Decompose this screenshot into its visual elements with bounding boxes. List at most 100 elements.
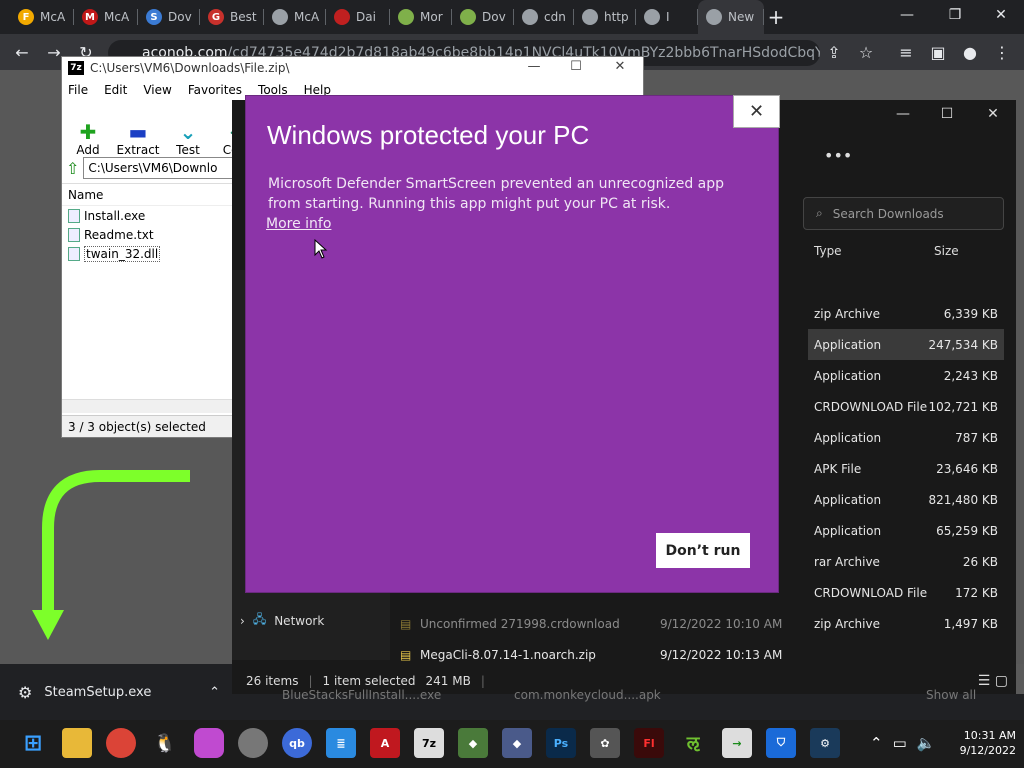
folder-up-icon[interactable]: ⇧ xyxy=(66,159,79,178)
explorer-maximize-button[interactable]: ☐ xyxy=(924,106,970,126)
close-window-button[interactable]: ✕ xyxy=(978,0,1024,30)
more-options-icon[interactable]: ••• xyxy=(824,146,852,165)
disk-app-icon[interactable] xyxy=(238,728,268,758)
acrobat-icon[interactable]: A xyxy=(370,728,400,758)
table-row-name-date[interactable]: ▤ Unconfirmed 271998.crdownload 9/12/2022 … xyxy=(400,608,1004,639)
table-row[interactable]: rar Archive 26 KB xyxy=(808,546,1004,577)
profile-icon[interactable]: ● xyxy=(958,40,982,64)
dont-run-button[interactable]: Don’t run xyxy=(656,533,750,568)
horizontal-scrollbar[interactable] xyxy=(62,399,234,413)
tab-2[interactable]: S Dov xyxy=(138,0,200,34)
table-row[interactable]: Application 787 KB xyxy=(808,422,1004,453)
explorer-close-button[interactable]: ✕ xyxy=(970,106,1016,126)
photoshop-icon[interactable]: Ps xyxy=(546,728,576,758)
chrome-icon[interactable] xyxy=(106,728,136,758)
dialog-close-button[interactable]: ✕ xyxy=(733,95,780,128)
row-size: 2,243 KB xyxy=(943,368,998,383)
table-row[interactable]: APK File 23,646 KB xyxy=(808,453,1004,484)
7zip-minimize-button[interactable]: — xyxy=(514,59,554,77)
column-type-header[interactable]: Type xyxy=(814,244,842,258)
app-icon-diamond-2[interactable]: ◆ xyxy=(502,728,532,758)
explorer-minimize-button[interactable]: — xyxy=(880,106,926,126)
column-size-header[interactable]: Size xyxy=(934,244,959,258)
menu-view[interactable]: View xyxy=(143,83,171,97)
table-row[interactable]: Application 821,480 KB xyxy=(808,484,1004,515)
7zip-close-button[interactable]: ✕ xyxy=(600,59,640,77)
new-tab-button[interactable]: + xyxy=(764,6,788,28)
chevron-right-icon: › xyxy=(240,613,245,628)
dialog-title: Windows protected your PC xyxy=(267,120,590,150)
restore-button[interactable]: ❐ xyxy=(932,0,978,30)
table-row[interactable]: Application 65,259 KB xyxy=(808,515,1004,546)
download-item-bluestacks[interactable]: BlueStacksFullInstall....exe xyxy=(282,688,441,702)
7zip-path-field[interactable]: C:\Users\VM6\Downlo xyxy=(83,157,234,179)
more-info-link[interactable]: More info xyxy=(266,216,331,232)
menu-kebab-icon[interactable]: ⋮ xyxy=(990,40,1014,64)
download-item-steamsetup[interactable]: SteamSetup.exe xyxy=(44,685,151,700)
dragon-app-icon[interactable]: ऌ xyxy=(678,728,708,758)
tab-5[interactable]: Dai xyxy=(326,0,390,34)
share-icon[interactable]: ⇪ xyxy=(822,40,846,64)
list-item[interactable]: twain_32.dll xyxy=(62,244,234,263)
tab-11[interactable]: New xyxy=(698,0,764,34)
list-item[interactable]: Install.exe xyxy=(62,206,234,225)
row-type: Application xyxy=(814,492,882,507)
settings-app-icon[interactable]: ✿ xyxy=(590,728,620,758)
table-row[interactable]: CRDOWNLOAD File 102,721 KB xyxy=(808,391,1004,422)
bookmark-star-icon[interactable]: ☆ xyxy=(854,40,878,64)
row-size: 247,534 KB xyxy=(928,337,998,352)
extract-button[interactable]: ▬ Extract xyxy=(117,121,160,157)
chevron-up-tray-icon[interactable]: ⌃ xyxy=(870,734,883,752)
details-view-icon[interactable]: ☰ ▢ xyxy=(978,673,1008,689)
photo-app-icon[interactable] xyxy=(194,728,224,758)
test-button[interactable]: ⌄ Test xyxy=(168,121,208,157)
tab-8[interactable]: cdn xyxy=(514,0,574,34)
media-icon[interactable]: ≡ xyxy=(894,40,918,64)
flash-icon[interactable]: Fl xyxy=(634,728,664,758)
menu-edit[interactable]: Edit xyxy=(104,83,127,97)
tab-1[interactable]: M McA xyxy=(74,0,138,34)
menu-file[interactable]: File xyxy=(68,83,88,97)
volume-icon[interactable]: 🔈 xyxy=(917,734,936,752)
nav-item-network[interactable]: › 🖧 Network xyxy=(240,610,324,631)
display-icon[interactable]: ▭ xyxy=(893,734,907,752)
search-box[interactable]: ⌕ Search Downloads xyxy=(803,197,1004,230)
tab-3[interactable]: G Best xyxy=(200,0,264,34)
tab-label: New xyxy=(728,10,755,24)
defender-icon[interactable]: ⛉ xyxy=(766,728,796,758)
tab-0[interactable]: F McA xyxy=(10,0,74,34)
tab-6[interactable]: Mor xyxy=(390,0,452,34)
add-button[interactable]: ✚ Add xyxy=(68,121,108,157)
tab-label: Dov xyxy=(168,10,192,24)
table-row[interactable]: Application 2,243 KB xyxy=(808,360,1004,391)
tab-4[interactable]: McA xyxy=(264,0,326,34)
download-item-apk[interactable]: com.monkeycloud....apk xyxy=(514,688,661,702)
tab-10[interactable]: I xyxy=(636,0,698,34)
table-row[interactable]: Application 247,534 KB xyxy=(808,329,1004,360)
notepad-icon[interactable]: ≣ xyxy=(326,728,356,758)
terminal-app-icon[interactable]: → xyxy=(722,728,752,758)
minimize-button[interactable]: — xyxy=(884,0,930,30)
tab-9[interactable]: http xyxy=(574,0,636,34)
tab-7[interactable]: Dov xyxy=(452,0,514,34)
table-row[interactable]: CRDOWNLOAD File 172 KB xyxy=(808,577,1004,608)
file-explorer-icon[interactable] xyxy=(62,728,92,758)
7zip-logo-icon: 7z xyxy=(68,61,84,75)
start-icon[interactable]: ⊞ xyxy=(18,728,48,758)
table-row[interactable]: zip Archive 6,339 KB xyxy=(808,298,1004,329)
table-row-name-date[interactable]: ▤ MegaCli-8.07.14-1.noarch.zip 9/12/2022 1… xyxy=(400,639,1004,670)
clock[interactable]: 10:31 AM 9/12/2022 xyxy=(952,728,1016,758)
side-panel-icon[interactable]: ▣ xyxy=(926,40,950,64)
qbittorrent-icon[interactable]: qb xyxy=(282,728,312,758)
column-name-header[interactable]: Name xyxy=(62,184,234,206)
list-item[interactable]: Readme.txt xyxy=(62,225,234,244)
7zip-maximize-button[interactable]: ☐ xyxy=(556,59,596,77)
back-icon[interactable]: ← xyxy=(10,40,34,64)
penguin-app-icon[interactable]: 🐧 xyxy=(150,728,180,758)
7zip-taskbar-icon[interactable]: 7z xyxy=(414,728,444,758)
menu-favorites[interactable]: Favorites xyxy=(188,83,242,97)
chevron-up-icon[interactable]: ⌃ xyxy=(209,685,220,700)
show-all-link[interactable]: Show all xyxy=(926,688,976,702)
app-icon-diamond-1[interactable]: ◆ xyxy=(458,728,488,758)
steam-taskbar-icon[interactable]: ⚙ xyxy=(810,728,840,758)
